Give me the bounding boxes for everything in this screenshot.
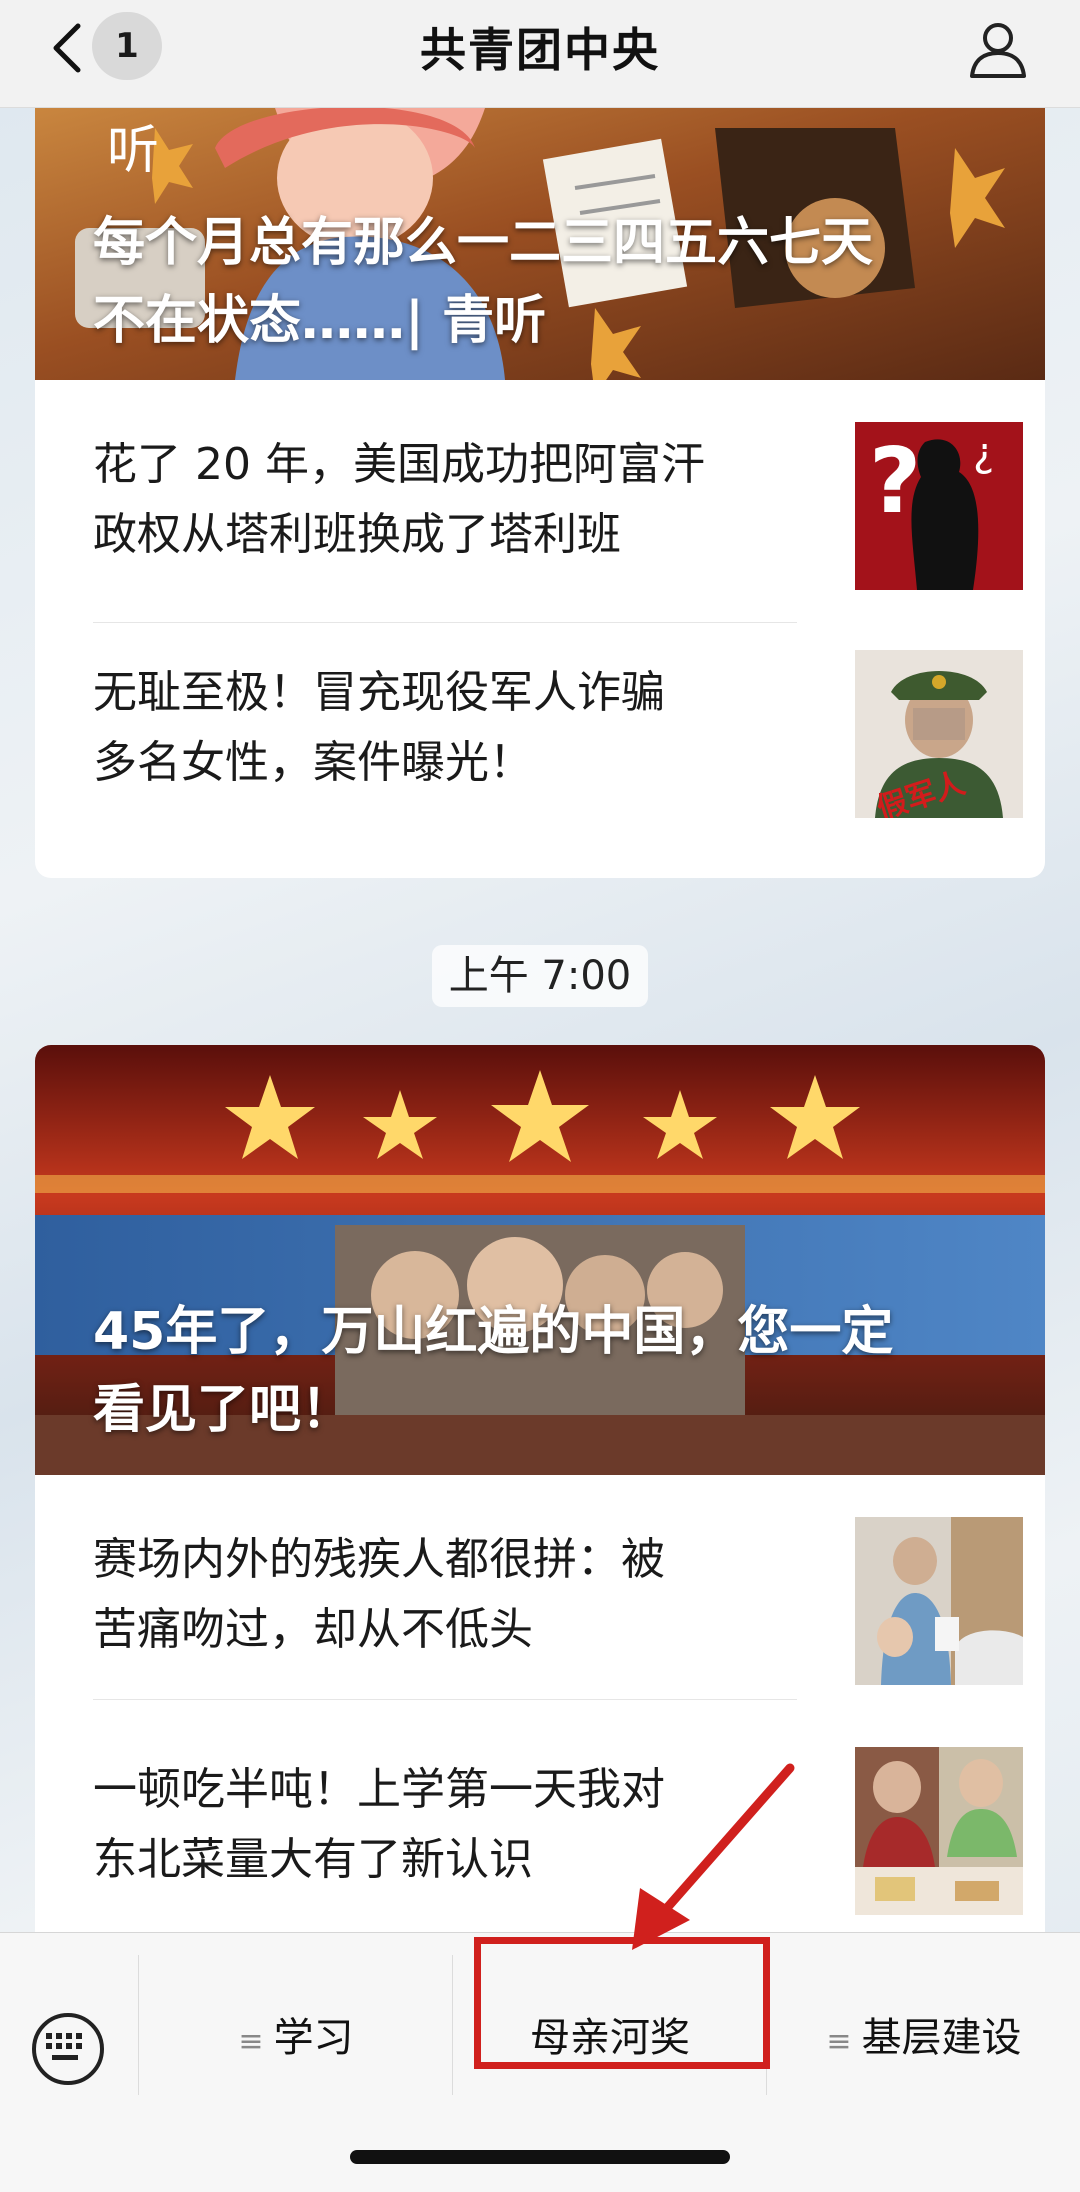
page-title: 共青团中央	[420, 23, 660, 77]
title-line: 花了 20 年，美国成功把阿富汗	[93, 439, 705, 490]
menu-separator	[452, 1955, 453, 2095]
title-line: 东北菜量大有了新认识	[93, 1834, 533, 1885]
title-line: 多名女性，案件曝光！	[93, 737, 533, 788]
message-timestamp: 上午 7:00	[432, 945, 648, 1007]
menu-item-label: 基层建设	[861, 2015, 1022, 2061]
annotation-highlight-box	[474, 1937, 770, 2069]
featured-article-title: 45年了，万山红遍的中国，您一定 看见了吧！	[93, 1293, 993, 1449]
menu-item-study[interactable]: ≡ 学习	[140, 1983, 452, 2093]
title-line: 赛场内外的残疾人都很拼：被	[93, 1534, 665, 1585]
menu-separator	[138, 1955, 139, 2095]
article-thumbnail	[855, 1517, 1023, 1685]
article-title: 花了 20 年，美国成功把阿富汗 政权从塔利班换成了塔利班	[93, 430, 773, 570]
title-line: 不在状态……| 青听	[93, 291, 547, 351]
title-line: 苦痛吻过，却从不低头	[93, 1604, 533, 1655]
profile-icon[interactable]	[966, 16, 1030, 80]
title-line: 政权从塔利班换成了塔利班	[93, 509, 621, 560]
keyboard-icon[interactable]	[32, 2013, 104, 2085]
qingting-logo: 听	[107, 121, 159, 181]
home-indicator	[350, 2150, 730, 2164]
featured-article[interactable]: 听 每个月总有那么一二三四五六七天 不在状态……| 青听	[35, 108, 1045, 380]
article-item[interactable]: 无耻至极！冒充现役军人诈骗 多名女性，案件曝光！ 假军人	[93, 608, 1023, 818]
title-line: 无耻至极！冒充现役军人诈骗	[93, 667, 665, 718]
title-line: 45年了，万山红遍的中国，您一定	[93, 1302, 894, 1362]
article-title: 赛场内外的残疾人都很拼：被 苦痛吻过，却从不低头	[93, 1525, 773, 1665]
article-group-card: 听 每个月总有那么一二三四五六七天 不在状态……| 青听 花了 20 年，美国成…	[35, 108, 1045, 878]
navigation-bar: 1 共青团中央	[0, 0, 1080, 108]
divider	[93, 1699, 797, 1700]
featured-article-title: 每个月总有那么一二三四五六七天 不在状态……| 青听	[93, 204, 993, 360]
svg-text:¿: ¿	[973, 430, 994, 476]
featured-article[interactable]: 45年了，万山红遍的中国，您一定 看见了吧！	[35, 1045, 1045, 1475]
article-item[interactable]: 赛场内外的残疾人都很拼：被 苦痛吻过，却从不低头	[93, 1475, 1023, 1685]
menu-lines-icon: ≡	[238, 2024, 264, 2059]
article-title: 一顿吃半吨！上学第一天我对 东北菜量大有了新认识	[93, 1755, 773, 1895]
title-line: 每个月总有那么一二三四五六七天	[93, 213, 874, 273]
menu-item-label: 学习	[273, 2015, 354, 2061]
title-line: 一顿吃半吨！上学第一天我对	[93, 1764, 665, 1815]
article-item[interactable]: 一顿吃半吨！上学第一天我对 东北菜量大有了新认识	[93, 1705, 1023, 1915]
article-item[interactable]: 花了 20 年，美国成功把阿富汗 政权从塔利班换成了塔利班 ? ¿	[93, 380, 1023, 590]
article-thumbnail: ? ¿	[855, 422, 1023, 590]
menu-item-grassroots-building[interactable]: ≡ 基层建设	[768, 1983, 1080, 2093]
article-title: 无耻至极！冒充现役军人诈骗 多名女性，案件曝光！	[93, 658, 773, 798]
article-group-card: 45年了，万山红遍的中国，您一定 看见了吧！ 赛场内外的残疾人都很拼：被 苦痛吻…	[35, 1045, 1045, 1965]
article-thumbnail	[855, 1747, 1023, 1915]
article-thumbnail: 假军人	[855, 650, 1023, 818]
menu-lines-icon: ≡	[826, 2024, 852, 2059]
title-line: 看见了吧！	[93, 1380, 354, 1440]
